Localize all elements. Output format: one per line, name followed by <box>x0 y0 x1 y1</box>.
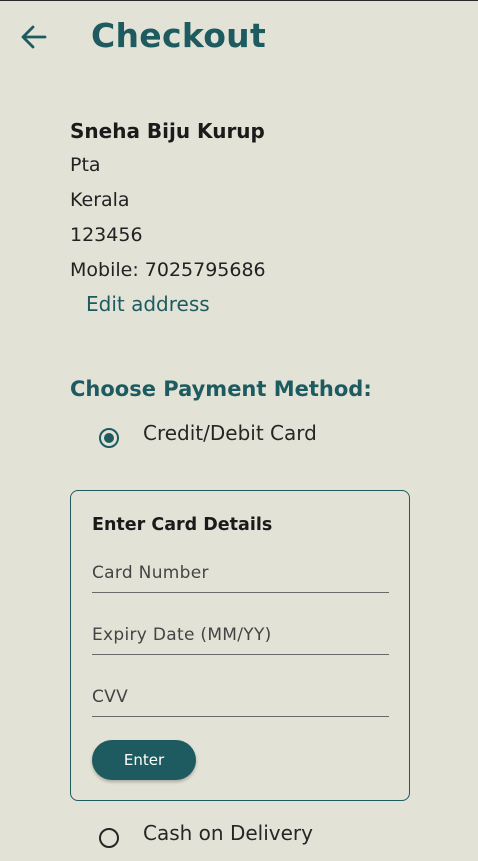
back-button[interactable] <box>18 20 52 54</box>
shipping-address: Sneha Biju Kurup Pta Kerala 123456 Mobil… <box>70 114 410 288</box>
card-details-heading: Enter Card Details <box>92 515 273 535</box>
top-divider <box>0 0 478 1</box>
address-line-pincode: 123456 <box>70 224 143 246</box>
payment-method-title: Choose Payment Method: <box>70 377 372 401</box>
expiry-date-input[interactable] <box>92 615 389 655</box>
arrow-left-icon <box>21 25 47 49</box>
address-name: Sneha Biju Kurup <box>70 119 265 143</box>
payment-option-card-label: Credit/Debit Card <box>143 421 317 445</box>
edit-address-link[interactable]: Edit address <box>86 292 210 316</box>
card-number-input[interactable] <box>92 553 389 593</box>
radio-selected-icon[interactable] <box>99 428 119 448</box>
enter-button[interactable]: Enter <box>92 740 196 780</box>
page-title: Checkout <box>91 16 267 55</box>
cvv-input[interactable] <box>92 677 389 717</box>
address-line-state: Kerala <box>70 189 130 211</box>
card-details-form: Enter Card Details Enter <box>70 490 410 801</box>
payment-option-card[interactable]: Credit/Debit Card <box>99 421 317 448</box>
payment-option-cod-label: Cash on Delivery <box>143 821 313 845</box>
radio-unselected-icon[interactable] <box>99 828 119 848</box>
address-line-mobile: Mobile: 7025795686 <box>70 259 266 281</box>
payment-option-cod[interactable]: Cash on Delivery <box>99 821 313 848</box>
address-line-city: Pta <box>70 154 101 176</box>
